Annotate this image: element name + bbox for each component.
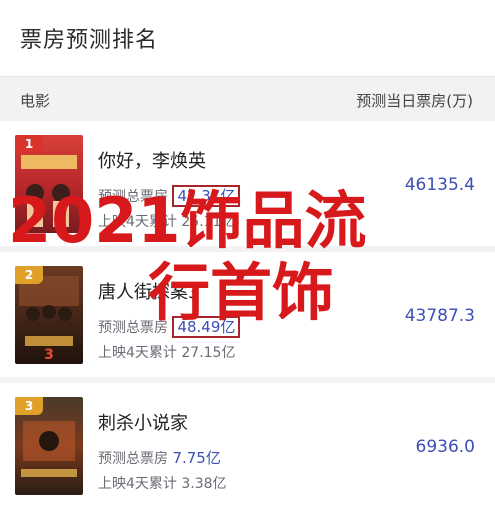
predicted-total-label: 预测总票房 <box>98 451 168 467</box>
cumulative-value: 27.15亿 <box>181 345 236 361</box>
cumulative-box-office: 上映4天累计 27.15亿 <box>98 342 235 362</box>
cumulative-value: 25.11亿 <box>181 214 236 230</box>
predicted-total-label: 预测总票房 <box>98 189 168 205</box>
list-item[interactable]: 1 你好，李焕英 预测总票房 42.37亿 上映4天累计 25.11亿 4613… <box>0 121 495 246</box>
column-header: 电影 预测当日票房(万) <box>0 77 495 121</box>
movie-poster[interactable]: 1 <box>15 135 83 233</box>
today-box-office-value: 46135.4 <box>404 175 475 195</box>
movie-title[interactable]: 刺杀小说家 <box>98 409 188 435</box>
predicted-total-value: 7.75亿 <box>172 449 221 467</box>
today-box-office-value: 43787.3 <box>404 306 475 326</box>
predicted-total-value: 48.49亿 <box>172 316 241 338</box>
rank-badge: 3 <box>15 397 43 415</box>
cumulative-value: 3.38亿 <box>181 476 227 492</box>
cumulative-label: 上映4天累计 <box>98 345 177 361</box>
svg-text:3: 3 <box>44 347 54 363</box>
predicted-total-box-office: 预测总票房 7.75亿 <box>98 447 221 468</box>
predicted-total-box-office: 预测总票房 48.49亿 <box>98 316 241 338</box>
rank-badge: 1 <box>15 135 43 153</box>
list-item[interactable]: 3 刺杀小说家 预测总票房 7.75亿 上映4天累计 3.38亿 6936.0 <box>0 383 495 508</box>
rank-badge: 2 <box>15 266 43 284</box>
list-item[interactable]: 3 2 唐人街探案3 预测总票房 48.49亿 上映4天累计 27.15亿 43… <box>0 252 495 377</box>
movie-poster[interactable]: 3 <box>15 397 83 495</box>
column-today-box-office-label: 预测当日票房(万) <box>356 92 473 110</box>
movie-poster[interactable]: 3 2 <box>15 266 83 364</box>
predicted-total-value: 42.37亿 <box>172 185 241 207</box>
cumulative-box-office: 上映4天累计 3.38亿 <box>98 473 227 493</box>
predicted-total-label: 预测总票房 <box>98 320 168 336</box>
predicted-total-box-office: 预测总票房 42.37亿 <box>98 185 241 207</box>
today-box-office-value: 6936.0 <box>415 437 475 457</box>
movie-title[interactable]: 你好，李焕英 <box>98 147 206 173</box>
page-title: 票房预测排名 <box>20 28 159 53</box>
movie-title[interactable]: 唐人街探案3 <box>98 278 199 304</box>
cumulative-label: 上映4天累计 <box>98 214 177 230</box>
cumulative-label: 上映4天累计 <box>98 476 177 492</box>
page-header: 票房预测排名 <box>0 0 495 77</box>
column-movie-label: 电影 <box>20 92 51 110</box>
cumulative-box-office: 上映4天累计 25.11亿 <box>98 211 235 231</box>
